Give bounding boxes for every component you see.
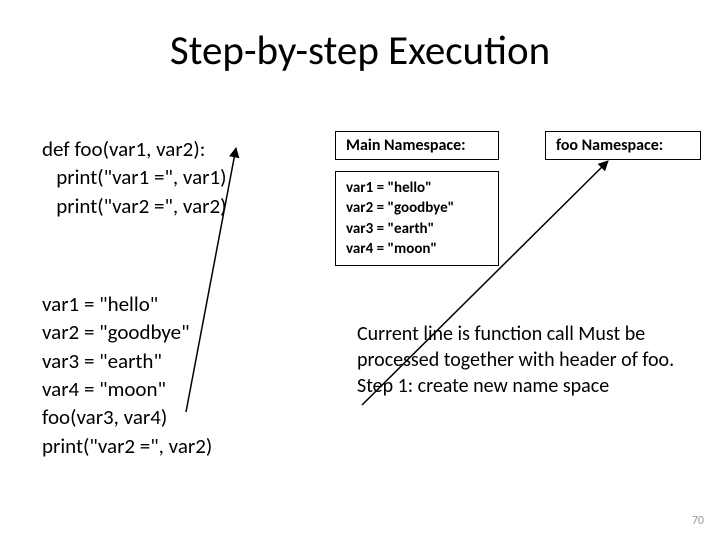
code-block-function-def: def foo(var1, var2): print("var1 =", var… bbox=[42, 135, 226, 220]
slide-number: 70 bbox=[692, 514, 704, 528]
main-namespace-label-box: Main Namespace: bbox=[335, 131, 499, 160]
main-namespace-label: Main Namespace: bbox=[346, 136, 466, 155]
annotation-text: Current line is function call Must be pr… bbox=[357, 321, 702, 399]
slide-title: Step-by-step Execution bbox=[0, 26, 720, 76]
foo-namespace-label-box: foo Namespace: bbox=[545, 131, 701, 160]
foo-namespace-label: foo Namespace: bbox=[556, 136, 663, 155]
code-block-main: var1 = "hello" var2 = "goodbye" var3 = "… bbox=[42, 290, 212, 460]
main-namespace-vars-box: var1 = "hello" var2 = "goodbye" var3 = "… bbox=[335, 171, 499, 266]
